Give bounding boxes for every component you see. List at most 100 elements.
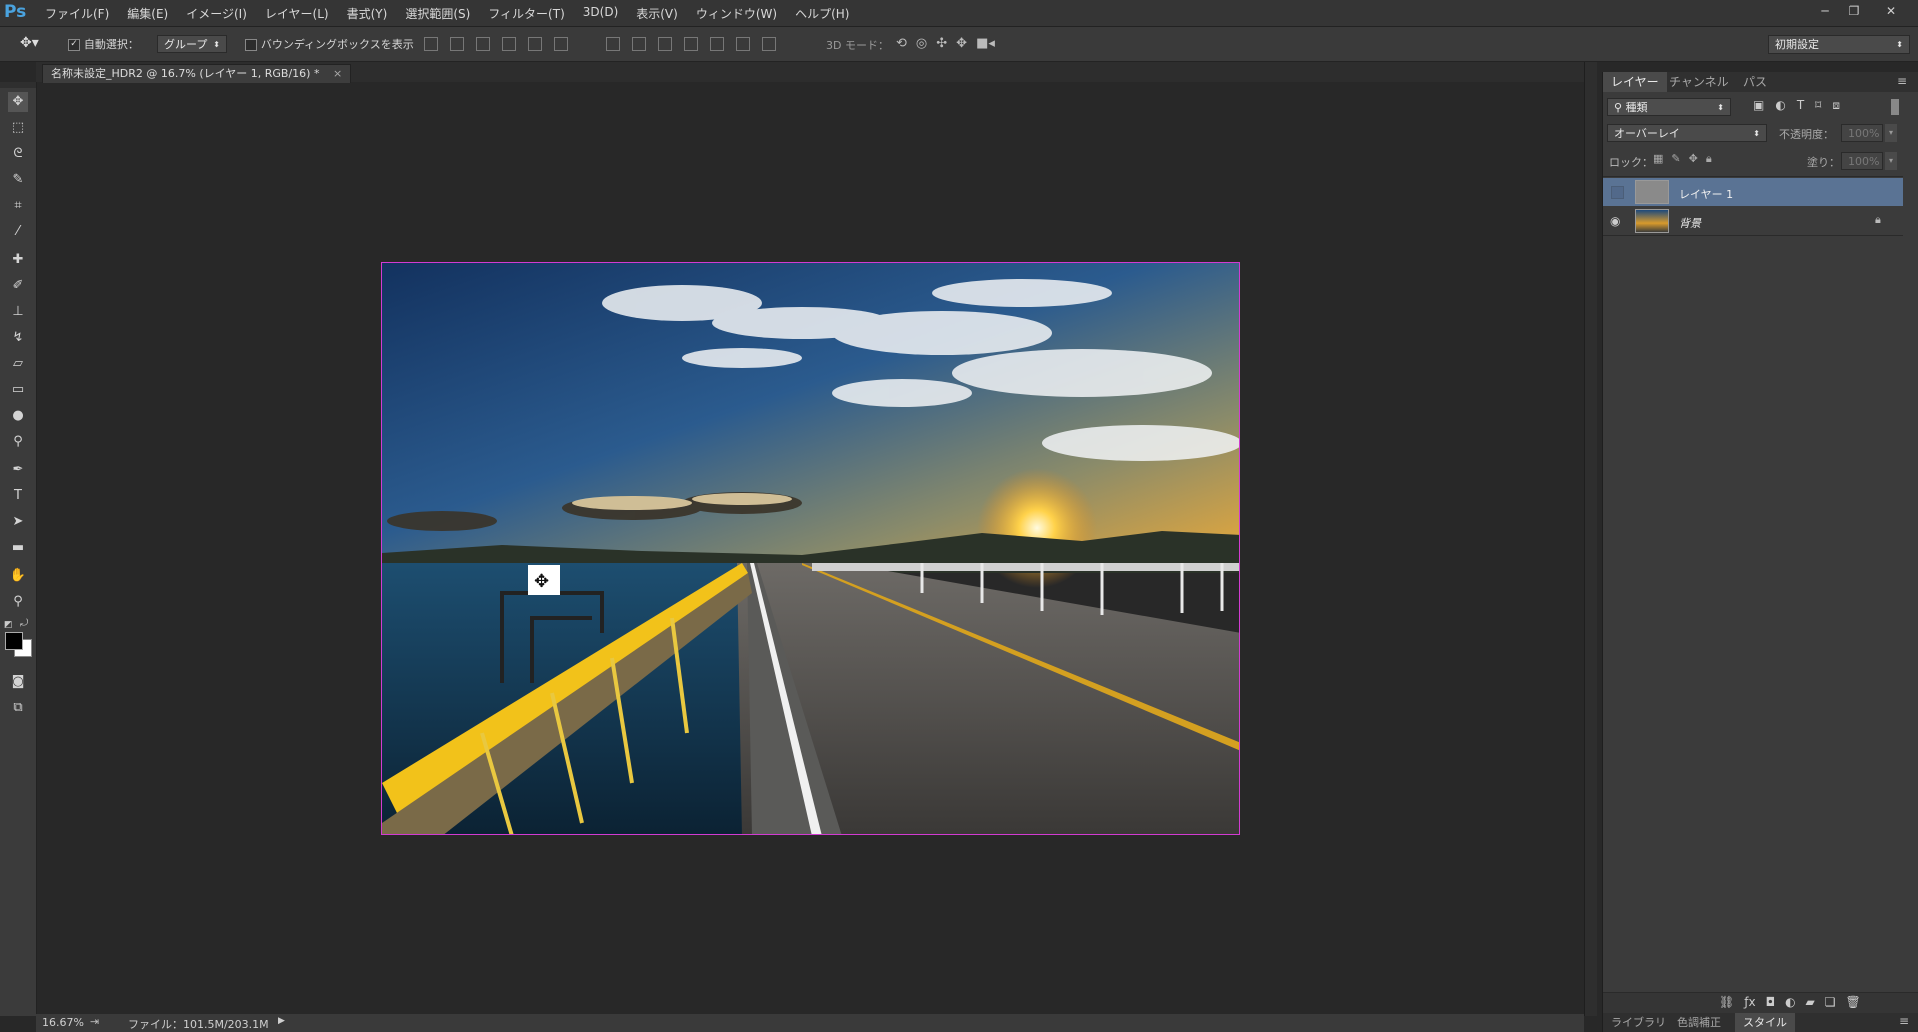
- quick-select-tool-icon[interactable]: ✎: [8, 170, 28, 190]
- document-tab[interactable]: 名称未設定_HDR2 @ 16.7% (レイヤー 1, RGB/16) * ×: [42, 64, 352, 83]
- auto-select-dropdown[interactable]: グループ ⬍: [157, 35, 227, 53]
- 3d-pan-icon[interactable]: ✣: [936, 36, 947, 51]
- minimize-icon[interactable]: ─: [1814, 2, 1836, 20]
- menu-3d[interactable]: 3D(D): [574, 5, 627, 22]
- close-window-icon[interactable]: ✕: [1880, 2, 1902, 20]
- filter-smart-object-icon[interactable]: ⧈: [1832, 98, 1840, 113]
- opacity-input[interactable]: 100%: [1841, 124, 1883, 142]
- lock-transparent-icon[interactable]: ▦: [1653, 152, 1663, 166]
- distribute-left-icon[interactable]: [684, 37, 698, 51]
- swap-colors-icon[interactable]: ⤾: [20, 618, 28, 629]
- distribute-right-icon[interactable]: [736, 37, 750, 51]
- type-tool-icon[interactable]: T: [8, 486, 28, 506]
- auto-select-checkbox[interactable]: ✓ 自動選択：: [68, 36, 139, 52]
- menu-edit[interactable]: 編集(E): [118, 5, 177, 22]
- distribute-vcenter-icon[interactable]: [632, 37, 646, 51]
- add-mask-icon[interactable]: ◘: [1766, 995, 1776, 1009]
- panel-menu-icon[interactable]: ≡: [1897, 74, 1907, 88]
- align-top-icon[interactable]: [424, 37, 438, 51]
- lock-image-icon[interactable]: ✎: [1671, 152, 1680, 166]
- layer-visibility-toggle[interactable]: [1611, 186, 1624, 199]
- brush-tool-icon[interactable]: ✐: [8, 276, 28, 296]
- fill-slider-icon[interactable]: ▾: [1885, 152, 1897, 170]
- 3d-rotate-icon[interactable]: ⟲: [896, 36, 907, 51]
- filter-type-icon[interactable]: T: [1797, 98, 1804, 113]
- move-tool-preset-icon[interactable]: ✥▾: [20, 35, 39, 51]
- menu-file[interactable]: ファイル(F): [36, 5, 118, 22]
- screen-mode-icon[interactable]: ⧉: [8, 698, 28, 718]
- workspace-dropdown[interactable]: 初期設定 ⬍: [1768, 35, 1910, 54]
- opacity-slider-icon[interactable]: ▾: [1885, 124, 1897, 142]
- share-icon[interactable]: ⇥: [90, 1015, 99, 1028]
- delete-layer-icon[interactable]: 🗑︎: [1846, 995, 1861, 1009]
- blur-tool-icon[interactable]: ●: [8, 406, 28, 426]
- move-tool-icon[interactable]: ✥: [8, 92, 28, 112]
- tab-paths[interactable]: パス: [1735, 72, 1775, 92]
- eyedropper-tool-icon[interactable]: ⁄: [8, 222, 28, 242]
- menu-window[interactable]: ウィンドウ(W): [687, 5, 786, 22]
- 3d-slide-icon[interactable]: ✥: [956, 36, 967, 51]
- align-hcenter-icon[interactable]: [528, 37, 542, 51]
- healing-brush-tool-icon[interactable]: ✚: [8, 250, 28, 270]
- menu-select[interactable]: 選択範囲(S): [396, 5, 479, 22]
- document-canvas[interactable]: ✥: [381, 262, 1240, 835]
- menu-layer[interactable]: レイヤー(L): [256, 5, 338, 22]
- filter-shape-icon[interactable]: ⌑: [1815, 98, 1821, 113]
- lock-all-icon[interactable]: 🔒︎: [1706, 152, 1712, 166]
- distribute-bottom-icon[interactable]: [658, 37, 672, 51]
- menu-help[interactable]: ヘルプ(H): [786, 5, 858, 22]
- panel-menu-icon[interactable]: ≡: [1899, 1014, 1909, 1028]
- toolbox-grip[interactable]: [0, 82, 36, 88]
- tab-styles[interactable]: スタイル: [1735, 1013, 1795, 1032]
- align-bottom-icon[interactable]: [476, 37, 490, 51]
- close-tab-icon[interactable]: ×: [333, 67, 342, 80]
- restore-icon[interactable]: ❐: [1843, 2, 1865, 20]
- zoom-level[interactable]: 16.67%: [42, 1016, 84, 1029]
- dodge-tool-icon[interactable]: ⚲: [8, 432, 28, 452]
- history-brush-tool-icon[interactable]: ↯: [8, 328, 28, 348]
- 3d-camera-icon[interactable]: ■◂: [976, 36, 995, 51]
- auto-align-icon[interactable]: [762, 37, 776, 51]
- rectangle-tool-icon[interactable]: ▬: [8, 538, 28, 558]
- bounding-box-checkbox[interactable]: バウンディングボックスを表示: [245, 36, 414, 52]
- layer-name[interactable]: 背景: [1679, 215, 1701, 231]
- lock-position-icon[interactable]: ✥: [1689, 152, 1698, 166]
- fill-input[interactable]: 100%: [1841, 152, 1883, 170]
- quick-mask-icon[interactable]: ◙: [8, 672, 28, 692]
- lasso-tool-icon[interactable]: ᘓ: [8, 144, 28, 164]
- adjustment-layer-icon[interactable]: ◐: [1785, 995, 1795, 1009]
- filter-toggle-switch[interactable]: [1891, 99, 1899, 115]
- tab-libraries[interactable]: ライブラリ: [1603, 1013, 1674, 1032]
- layer-name[interactable]: レイヤー 1: [1679, 186, 1733, 202]
- tab-layers[interactable]: レイヤー: [1603, 72, 1667, 92]
- align-right-icon[interactable]: [554, 37, 568, 51]
- marquee-tool-icon[interactable]: ⬚: [8, 118, 28, 138]
- 3d-roll-icon[interactable]: ◎: [916, 36, 927, 51]
- menu-type[interactable]: 書式(Y): [338, 5, 397, 22]
- tab-adjustments[interactable]: 色調補正: [1669, 1013, 1729, 1032]
- foreground-color-swatch[interactable]: [5, 632, 23, 650]
- menu-view[interactable]: 表示(V): [627, 5, 687, 22]
- distribute-top-icon[interactable]: [606, 37, 620, 51]
- eraser-tool-icon[interactable]: ▱: [8, 354, 28, 374]
- tab-channels[interactable]: チャンネル: [1661, 72, 1737, 92]
- menu-filter[interactable]: フィルター(T): [479, 5, 573, 22]
- gradient-tool-icon[interactable]: ▭: [8, 380, 28, 400]
- default-colors-icon[interactable]: ◩: [4, 620, 13, 630]
- crop-tool-icon[interactable]: ⌗: [8, 196, 28, 216]
- link-layers-icon[interactable]: ⛓: [1719, 995, 1734, 1009]
- pen-tool-icon[interactable]: ✒: [8, 460, 28, 480]
- layer-filter-dropdown[interactable]: ⚲ 種類 ⬍: [1607, 98, 1731, 116]
- fx-icon[interactable]: ƒx: [1744, 995, 1755, 1009]
- eye-icon[interactable]: ◉: [1610, 214, 1620, 228]
- layer-row[interactable]: ◉ 背景 🔒︎: [1603, 207, 1903, 236]
- align-left-icon[interactable]: [502, 37, 516, 51]
- zoom-tool-icon[interactable]: ⚲: [8, 592, 28, 612]
- new-group-icon[interactable]: ▰: [1806, 995, 1815, 1009]
- hand-tool-icon[interactable]: ✋: [8, 566, 28, 586]
- align-vcenter-icon[interactable]: [450, 37, 464, 51]
- layer-row[interactable]: レイヤー 1: [1603, 178, 1903, 206]
- status-menu-arrow-icon[interactable]: ▶: [278, 1016, 285, 1026]
- path-select-tool-icon[interactable]: ➤: [8, 512, 28, 532]
- filter-pixel-icon[interactable]: ▣: [1753, 98, 1764, 113]
